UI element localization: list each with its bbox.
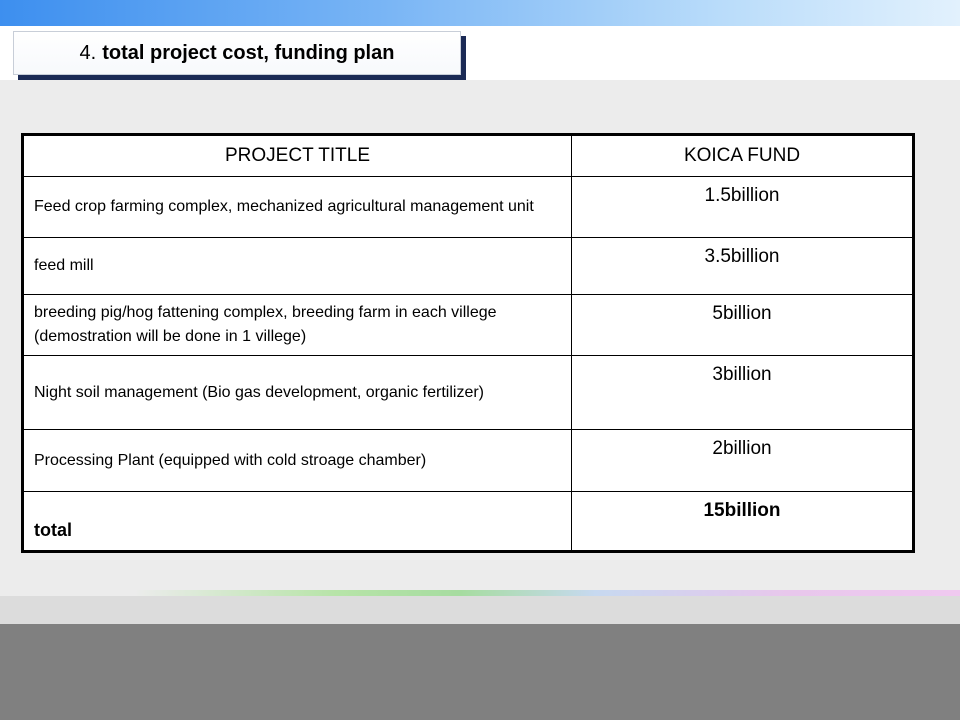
- table-header-row: PROJECT TITLE KOICA FUND: [22, 134, 914, 177]
- project-cell: Processing Plant (equipped with cold str…: [22, 429, 572, 492]
- project-cell: Night soil management (Bio gas developme…: [22, 355, 572, 430]
- slide-title: 4. total project cost, funding plan: [13, 31, 461, 75]
- header-project-title: PROJECT TITLE: [22, 134, 572, 177]
- table-row: Feed crop farming complex, mechanized ag…: [22, 176, 914, 238]
- header-koica-fund: KOICA FUND: [571, 134, 914, 177]
- fund-cell: 3billion: [571, 355, 914, 430]
- table-row: breeding pig/hog fattening complex, bree…: [22, 294, 914, 356]
- funding-table: PROJECT TITLE KOICA FUND Feed crop farmi…: [21, 133, 915, 553]
- project-cell: feed mill: [22, 237, 572, 295]
- fund-cell: 5billion: [571, 294, 914, 356]
- table-total-row: total 15billion: [22, 491, 914, 552]
- fund-cell: 1.5billion: [571, 176, 914, 238]
- table-row: feed mill 3.5billion: [22, 237, 914, 295]
- top-gradient-bar: [0, 0, 960, 26]
- table-row: Night soil management (Bio gas developme…: [22, 355, 914, 430]
- table-row: Processing Plant (equipped with cold str…: [22, 429, 914, 492]
- project-cell: breeding pig/hog fattening complex, bree…: [22, 294, 572, 356]
- footer-light-band: [0, 596, 960, 624]
- total-fund: 15billion: [571, 491, 914, 552]
- fund-cell: 3.5billion: [571, 237, 914, 295]
- project-cell: Feed crop farming complex, mechanized ag…: [22, 176, 572, 238]
- fund-cell: 2billion: [571, 429, 914, 492]
- title-number: 4.: [79, 41, 97, 64]
- title-text: total project cost, funding plan: [102, 41, 395, 64]
- total-label: total: [22, 491, 572, 552]
- footer-dark-band: [0, 624, 960, 720]
